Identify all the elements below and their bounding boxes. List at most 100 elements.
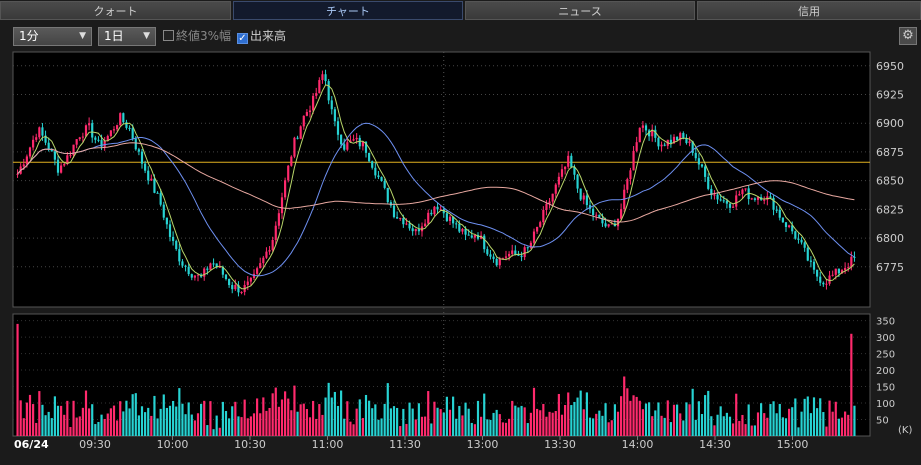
volume-bar <box>735 393 738 436</box>
interval-select[interactable]: 1分 ▼ <box>13 27 92 46</box>
volume-bar <box>766 417 769 436</box>
volume-bar <box>178 388 181 436</box>
candle-body <box>312 95 315 111</box>
candle-body <box>284 180 287 198</box>
candle-body <box>156 192 159 194</box>
volume-bar <box>492 412 495 436</box>
volume-bar <box>159 408 162 436</box>
volume-bar <box>641 409 644 436</box>
tab-margin[interactable]: 信用 <box>697 1 921 20</box>
volume-unit-label: (K) <box>898 425 912 436</box>
volume-bar <box>368 400 371 436</box>
tab-chart[interactable]: チャート <box>233 1 463 20</box>
volume-bar <box>691 388 694 436</box>
candle-body <box>358 137 361 147</box>
candle-body <box>103 140 106 147</box>
period-select[interactable]: 1日 ▼ <box>98 27 156 46</box>
volume-bar <box>414 419 417 436</box>
volume-bar <box>190 414 193 436</box>
volume-bar <box>402 408 405 436</box>
volume-bar <box>374 404 377 436</box>
volume-bar <box>784 418 788 436</box>
volume-bar <box>728 416 732 436</box>
time-tick-label: 13:30 <box>544 438 576 451</box>
volume-bar <box>582 409 585 436</box>
time-tick-label: 15:00 <box>777 438 809 451</box>
volume-bar <box>822 412 825 436</box>
volume-bar <box>259 413 262 436</box>
volume-bar <box>697 401 700 436</box>
volume-bar <box>175 406 178 436</box>
candle-body <box>396 217 399 219</box>
candle-body <box>816 269 819 277</box>
volume-bar <box>399 426 402 436</box>
volume-bar <box>551 412 554 436</box>
volume-bar <box>100 414 103 436</box>
volume-bar <box>371 408 374 436</box>
tab-news[interactable]: ニュース <box>465 1 695 20</box>
candle-body <box>582 195 585 200</box>
volume-bar <box>498 414 501 436</box>
candle-body <box>794 231 797 239</box>
candle-body <box>800 239 803 243</box>
candle-body <box>769 196 772 198</box>
candle-body <box>753 198 756 200</box>
volume-bar <box>567 392 570 436</box>
volume-bar <box>840 417 844 436</box>
candle-body <box>688 141 691 144</box>
candle-body <box>803 242 806 248</box>
candle-body <box>520 255 523 258</box>
volume-bar <box>803 398 806 436</box>
volume-bar <box>663 417 666 436</box>
tab-quote[interactable]: クォート <box>0 1 231 20</box>
settings-gear-button[interactable]: ⚙ <box>899 27 917 45</box>
volume-bar <box>844 411 847 436</box>
volume-bar <box>442 412 445 436</box>
volume-bar <box>635 396 638 436</box>
volume-bar <box>333 391 336 436</box>
volume-bar <box>411 408 414 436</box>
price-panel <box>12 51 871 308</box>
candle-body <box>697 158 700 165</box>
volume-bar <box>473 424 476 436</box>
candle-body <box>280 197 284 214</box>
candle-body <box>694 152 697 159</box>
volume-checkbox[interactable]: ✓ 出来高 <box>237 27 286 46</box>
price-tick-label: 6925 <box>876 89 904 102</box>
candle-body <box>579 188 582 200</box>
candle-body <box>262 257 265 264</box>
candle-body <box>305 112 308 116</box>
volume-bar <box>831 411 834 436</box>
candlestick-chart[interactable]: 6950 6925 6900 6875 6850 6825 6800 6775 350 300 25… <box>10 50 921 461</box>
volume-bar <box>548 411 551 436</box>
candle-body <box>464 228 467 235</box>
candle-body <box>209 263 212 270</box>
volume-bar <box>682 420 685 436</box>
volume-bar <box>613 404 616 436</box>
tab-bar: クォート チャート ニュース 信用 <box>0 0 921 22</box>
price-tick-label: 6850 <box>876 175 904 188</box>
candle-body <box>704 166 707 177</box>
candle-body <box>271 239 274 251</box>
interval-value: 1分 <box>19 29 39 43</box>
chart-area[interactable]: 6950 6925 6900 6875 6850 6825 6800 6775 350 300 25… <box>10 50 921 461</box>
volume-bar <box>464 402 467 436</box>
candle-body <box>178 249 181 262</box>
volume-bar <box>452 396 455 436</box>
volume-bar <box>560 414 564 436</box>
volume-bar <box>196 413 200 436</box>
candle-body <box>119 113 122 126</box>
candle-body <box>427 212 430 224</box>
date-label: 06/24 <box>14 438 49 451</box>
volume-bar <box>312 400 315 436</box>
limit-range-checkbox[interactable]: 終値3%幅 <box>163 27 231 46</box>
candle-body <box>392 205 396 218</box>
candle-body <box>424 223 427 227</box>
volume-bar <box>707 390 710 436</box>
candle-body <box>355 137 358 140</box>
volume-bar <box>576 397 579 436</box>
candle-body <box>165 217 168 225</box>
volume-bar <box>296 411 299 436</box>
candle-body <box>16 173 19 175</box>
volume-bar <box>78 416 81 436</box>
